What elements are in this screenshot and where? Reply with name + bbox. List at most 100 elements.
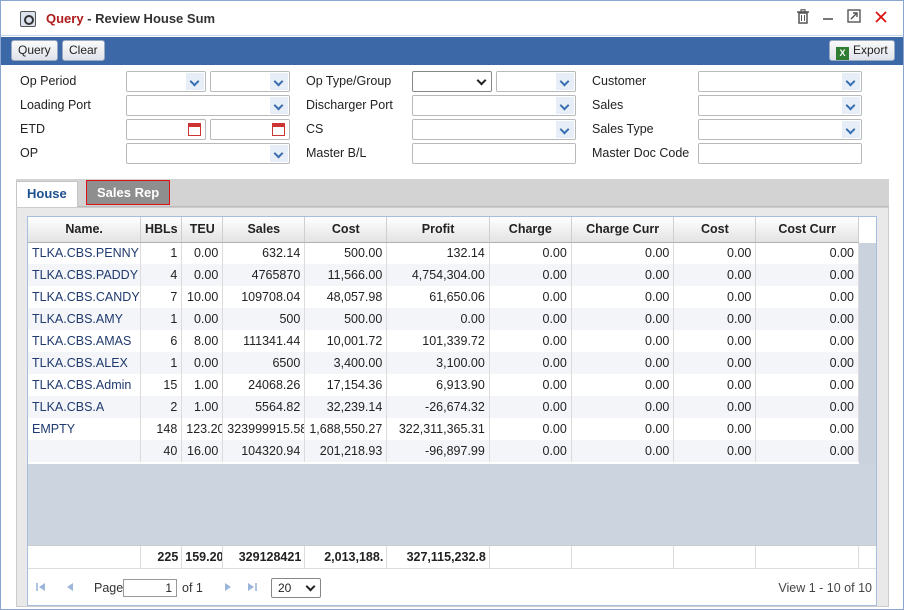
- table-row[interactable]: TLKA.CBS.PENNY 1 0.00 632.14 500.00 132.14 0.0…: [28, 242, 859, 264]
- row-value-cell: 8.00: [181, 330, 224, 352]
- tab-sales-rep[interactable]: Sales Rep: [86, 180, 171, 205]
- row-value-cell: 7: [140, 286, 183, 308]
- table-row[interactable]: TLKA.CBS.ALEX 1 0.00 6500 3,400.00 3,100.00 0.…: [28, 352, 859, 374]
- master-bl-label: Master B/L: [306, 146, 367, 160]
- column-header[interactable]: TEU: [181, 217, 224, 243]
- chevron-down-icon[interactable]: [270, 145, 288, 162]
- excel-icon: X: [836, 47, 849, 60]
- row-value-cell: 0.00: [571, 396, 675, 418]
- title-main: Review House Sum: [95, 11, 216, 26]
- table-row[interactable]: TLKA.CBS.A 2 1.00 5564.82 32,239.14 -26,674.3…: [28, 396, 859, 418]
- next-page-icon[interactable]: [224, 582, 232, 595]
- table-row[interactable]: TLKA.CBS.AMAS 6 8.00 111341.44 10,001.72 101,…: [28, 330, 859, 352]
- row-value-cell: 0.00: [673, 242, 757, 264]
- op-period-to-combo[interactable]: [210, 71, 290, 92]
- clear-button[interactable]: Clear: [62, 40, 105, 61]
- row-value-cell: 0.00: [489, 418, 572, 440]
- chevron-down-icon[interactable]: [556, 73, 574, 90]
- calendar-icon[interactable]: [272, 123, 285, 136]
- etd-from-date[interactable]: [126, 119, 206, 140]
- column-header[interactable]: Name.: [28, 217, 142, 243]
- table-row[interactable]: TLKA.CBS.AMY 1 0.00 500 500.00 0.00 0.00 0.00 0.…: [28, 308, 859, 330]
- row-value-cell: 0.00: [673, 352, 757, 374]
- tab-house[interactable]: House: [16, 181, 78, 207]
- master-doc-code-input[interactable]: [698, 143, 862, 164]
- column-header[interactable]: Sales: [222, 217, 306, 243]
- chevron-down-icon[interactable]: [186, 73, 204, 90]
- column-header[interactable]: Charge: [489, 217, 572, 243]
- row-value-cell: 10,001.72: [304, 330, 388, 352]
- page-size-select[interactable]: 20: [271, 578, 321, 598]
- chevron-down-icon[interactable]: [556, 97, 574, 114]
- row-value-cell: 0.00: [489, 242, 572, 264]
- table-row[interactable]: EMPTY 148 123.20 323999915.58 1,688,550.27 32…: [28, 418, 859, 440]
- discharger-port-combo[interactable]: [412, 95, 576, 116]
- column-header[interactable]: HBLs: [140, 217, 183, 243]
- table-row[interactable]: 40 16.00 104320.94 201,218.93 -96,897.99 0.00…: [28, 440, 859, 462]
- table-row[interactable]: TLKA.CBS.PADDY 4 0.00 4765870 11,566.00 4,754…: [28, 264, 859, 286]
- op-period-label: Op Period: [20, 74, 77, 88]
- master-bl-input[interactable]: [412, 143, 576, 164]
- maximize-icon[interactable]: [844, 9, 864, 29]
- row-value-cell: 0.00: [489, 308, 572, 330]
- row-value-cell: 4765870: [222, 264, 306, 286]
- row-value-cell: 40: [140, 440, 183, 462]
- grid-totals-table: 225 159.20 329128421 2,013,188. 327,115,232.…: [28, 546, 859, 568]
- column-header[interactable]: Cost: [304, 217, 388, 243]
- cs-combo[interactable]: [412, 119, 576, 140]
- prev-page-icon[interactable]: [66, 582, 74, 595]
- query-button[interactable]: Query: [11, 40, 58, 61]
- minimize-icon[interactable]: [818, 9, 838, 29]
- chevron-down-icon[interactable]: [556, 121, 574, 138]
- row-value-cell: 3,100.00: [386, 352, 490, 374]
- op-period-from-combo[interactable]: [126, 71, 206, 92]
- filter-form: Op Period Loading Port ETD OP Op Type/Gr…: [1, 65, 903, 175]
- row-value-cell: 0.00: [571, 308, 675, 330]
- row-value-cell: 5564.82: [222, 396, 306, 418]
- grid-header-row: Name. HBLs TEU Sales Cost Profit Charge Charge …: [28, 217, 859, 243]
- row-value-cell: 109708.04: [222, 286, 306, 308]
- etd-to-date[interactable]: [210, 119, 290, 140]
- page-number-input[interactable]: 1: [123, 579, 177, 597]
- table-row[interactable]: TLKA.CBS.CANDY 7 10.00 109708.04 48,057.98 61…: [28, 286, 859, 308]
- row-value-cell: 3,400.00: [304, 352, 388, 374]
- op-group-combo[interactable]: [496, 71, 576, 92]
- house-sum-grid: Name. HBLs TEU Sales Cost Profit Charge Charge …: [27, 216, 877, 606]
- first-page-icon[interactable]: [36, 582, 46, 595]
- row-value-cell: 123.20: [181, 418, 224, 440]
- chevron-down-icon[interactable]: [842, 73, 860, 90]
- export-button[interactable]: X Export: [829, 40, 895, 61]
- row-value-cell: 111341.44: [222, 330, 306, 352]
- chevron-down-icon[interactable]: [842, 97, 860, 114]
- row-value-cell: 0.00: [755, 330, 859, 352]
- row-value-cell: 0.00: [181, 308, 224, 330]
- grid-table: Name. HBLs TEU Sales Cost Profit Charge Charge …: [28, 217, 859, 462]
- sales-combo[interactable]: [698, 95, 862, 116]
- close-icon[interactable]: [871, 9, 891, 29]
- customer-combo[interactable]: [698, 71, 862, 92]
- chevron-down-icon[interactable]: [270, 73, 288, 90]
- total-cell: [28, 546, 142, 568]
- grid-body: TLKA.CBS.PENNY 1 0.00 632.14 500.00 132.14 0.0…: [28, 242, 859, 462]
- chevron-down-icon[interactable]: [270, 97, 288, 114]
- calendar-icon[interactable]: [188, 123, 201, 136]
- vertical-scrollbar[interactable]: [859, 243, 876, 464]
- table-row[interactable]: TLKA.CBS.Admin 15 1.00 24068.26 17,154.36 6,9…: [28, 374, 859, 396]
- sales-type-combo[interactable]: [698, 119, 862, 140]
- loading-port-combo[interactable]: [126, 95, 290, 116]
- row-value-cell: 0.00: [755, 352, 859, 374]
- last-page-icon[interactable]: [247, 582, 257, 595]
- op-combo[interactable]: [126, 143, 290, 164]
- trash-icon[interactable]: [793, 9, 813, 29]
- row-value-cell: 11,566.00: [304, 264, 388, 286]
- op-type-select[interactable]: [412, 71, 492, 92]
- total-cell: 159.20: [181, 546, 224, 568]
- row-value-cell: 24068.26: [222, 374, 306, 396]
- row-value-cell: 0.00: [489, 352, 572, 374]
- column-header[interactable]: Cost Curr: [755, 217, 859, 243]
- column-header[interactable]: Profit: [386, 217, 490, 243]
- column-header[interactable]: Cost: [673, 217, 757, 243]
- chevron-down-icon[interactable]: [842, 121, 860, 138]
- total-cell: 327,115,232.8: [386, 546, 490, 568]
- column-header[interactable]: Charge Curr: [571, 217, 675, 243]
